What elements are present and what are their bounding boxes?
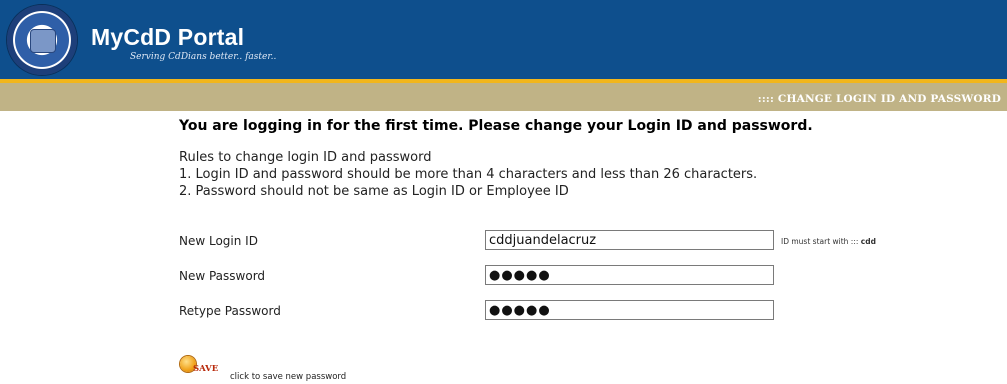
page-headline: You are logging in for the first time. P… — [179, 118, 813, 134]
college-seal-logo — [7, 5, 77, 75]
page: MyCdD Portal Serving CdDians better.. fa… — [0, 0, 1007, 384]
section-title: :::: CHANGE LOGIN ID AND PASSWORD — [757, 93, 1001, 105]
header-bar: MyCdD Portal Serving CdDians better.. fa… — [0, 0, 1007, 80]
rules-title: Rules to change login ID and password — [179, 150, 432, 165]
seal-emblem — [30, 29, 56, 53]
new-password-label: New Password — [179, 269, 266, 283]
new-password-input[interactable]: ●●●●● — [485, 265, 774, 285]
login-id-hint-prefix: ID must start with ::: — [781, 237, 859, 246]
new-login-id-input[interactable] — [485, 230, 774, 250]
save-note: click to save new password — [230, 372, 347, 382]
retype-password-label: Retype Password — [179, 304, 281, 318]
login-id-hint: ID must start with ::: cdd — [781, 237, 876, 246]
rule-1: 1. Login ID and password should be more … — [179, 167, 758, 182]
rules-block: Rules to change login ID and password 1.… — [179, 149, 757, 200]
save-button[interactable]: SAVE — [180, 356, 226, 378]
rule-2: 2. Password should not be same as Login … — [179, 184, 569, 199]
new-login-id-label: New Login ID — [179, 234, 258, 248]
retype-password-input[interactable]: ●●●●● — [485, 300, 774, 320]
tagline: Serving CdDians better.. faster.. — [130, 52, 277, 62]
login-id-hint-value: cdd — [860, 237, 876, 246]
save-button-label: SAVE — [193, 364, 219, 374]
app-title: MyCdD Portal — [91, 24, 245, 50]
